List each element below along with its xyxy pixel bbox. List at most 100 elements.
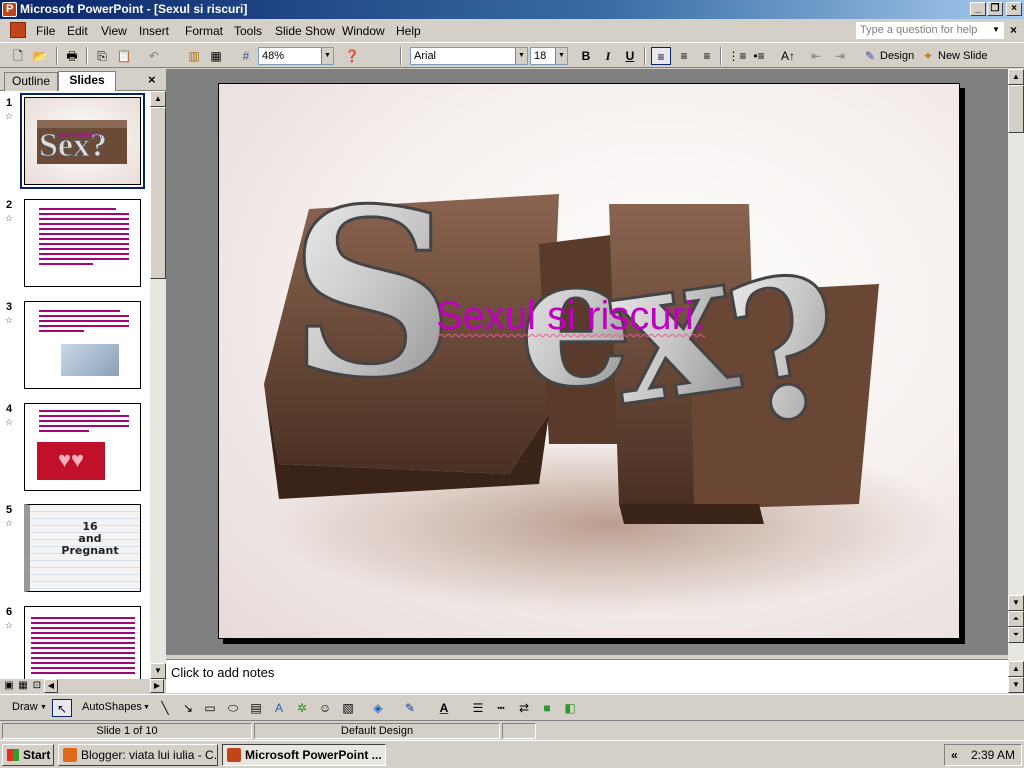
rectangle-icon[interactable]: ▭: [200, 699, 220, 717]
menu-view[interactable]: View: [101, 24, 127, 38]
font-color-icon[interactable]: A: [434, 699, 454, 717]
help-dropdown-icon[interactable]: ▼: [992, 25, 1000, 34]
increase-indent-icon[interactable]: ⇥: [830, 47, 850, 65]
autoshapes-menu-button[interactable]: AutoShapes: [82, 701, 142, 713]
help-icon[interactable]: ❓: [342, 47, 362, 65]
menu-tools[interactable]: Tools: [234, 24, 262, 38]
scroll-right-icon[interactable]: ▶: [150, 679, 164, 693]
paste-icon[interactable]: 📋: [114, 47, 134, 65]
3d-style-icon[interactable]: ◧: [560, 699, 580, 717]
menu-insert[interactable]: Insert: [139, 24, 169, 38]
menu-help[interactable]: Help: [396, 24, 421, 38]
clipart-icon[interactable]: ☺: [315, 699, 335, 717]
restore-button[interactable]: ❐: [987, 2, 1003, 16]
bold-button[interactable]: B: [576, 47, 596, 65]
shadow-style-icon[interactable]: ■: [537, 699, 557, 717]
numbering-icon[interactable]: ⋮≡: [727, 47, 747, 65]
thumbnail-row[interactable]: 3 ☆: [0, 301, 150, 401]
minimize-button[interactable]: _: [970, 2, 986, 16]
normal-view-icon[interactable]: ▣: [2, 679, 16, 693]
current-slide[interactable]: S e x ? Sexul si riscuri.: [218, 83, 960, 639]
copy-icon[interactable]: ⎘: [92, 47, 112, 65]
document-close-icon[interactable]: ×: [1010, 23, 1017, 37]
arrow-style-icon[interactable]: ⇄: [514, 699, 534, 717]
thumbnail-row[interactable]: 2 ☆: [0, 199, 150, 299]
slide-thumbnail-2[interactable]: [24, 199, 141, 287]
insert-table-icon[interactable]: ▦: [206, 47, 226, 65]
font-size-select[interactable]: 18 ▼: [530, 47, 568, 65]
close-button[interactable]: ×: [1006, 2, 1022, 16]
textbox-icon[interactable]: ▤: [246, 699, 266, 717]
taskbar-item-powerpoint[interactable]: Microsoft PowerPoint ...: [222, 744, 386, 766]
document-icon[interactable]: [10, 22, 26, 38]
oval-icon[interactable]: ⬭: [223, 699, 243, 717]
dash-style-icon[interactable]: ┅: [491, 699, 511, 717]
arrow-icon[interactable]: ↘: [178, 699, 198, 717]
scroll-up-icon[interactable]: ▲: [1008, 69, 1024, 85]
show-grid-icon[interactable]: #: [236, 47, 256, 65]
new-slide-button-label[interactable]: New Slide: [938, 50, 988, 62]
zoom-select[interactable]: 48% ▼: [258, 47, 334, 65]
slide-title[interactable]: Sexul si riscuri.: [436, 294, 705, 339]
thumbnail-row[interactable]: 6 ☆: [0, 606, 150, 679]
draw-menu-button[interactable]: Draw: [12, 701, 38, 713]
notes-scroll-down-icon[interactable]: ▼: [1008, 677, 1024, 693]
print-icon[interactable]: 🖶: [62, 47, 82, 65]
thumbnails-scrollbar[interactable]: ▲ ▼: [150, 91, 166, 679]
scroll-thumb[interactable]: [1008, 85, 1024, 133]
slide-thumbnail-5[interactable]: 16 and Pregnant: [24, 504, 141, 592]
thumbnail-row[interactable]: 4 ☆ ♥♥: [0, 403, 150, 503]
previous-slide-icon[interactable]: ⏶: [1008, 611, 1024, 627]
menu-format[interactable]: Format: [185, 24, 223, 38]
italic-button[interactable]: I: [598, 47, 618, 65]
slide-thumbnail-4[interactable]: ♥♥: [24, 403, 141, 491]
align-right-icon[interactable]: ≡: [697, 47, 717, 65]
align-center-icon[interactable]: ≡: [674, 47, 694, 65]
tab-slides[interactable]: Slides: [58, 71, 116, 92]
new-icon[interactable]: 🗋: [8, 47, 28, 65]
decrease-indent-icon[interactable]: ⇤: [806, 47, 826, 65]
undo-icon[interactable]: ↶: [144, 47, 164, 65]
line-style-icon[interactable]: ☰: [468, 699, 488, 717]
line-icon[interactable]: ╲: [155, 699, 175, 717]
line-color-icon[interactable]: ✎: [400, 699, 420, 717]
scroll-down-icon[interactable]: ▼: [1008, 595, 1024, 611]
scroll-left-icon[interactable]: ◀: [44, 679, 58, 693]
scroll-down-icon[interactable]: ▼: [150, 663, 166, 679]
open-icon[interactable]: 📂: [30, 47, 50, 65]
wordart-icon[interactable]: A: [269, 699, 289, 717]
font-select[interactable]: Arial ▼: [410, 47, 528, 65]
thumbnail-row[interactable]: 5 ☆ 16 and Pregnant: [0, 504, 150, 604]
menu-window[interactable]: Window: [342, 24, 385, 38]
notes-placeholder[interactable]: Click to add notes: [171, 665, 274, 680]
design-button-label[interactable]: Design: [880, 50, 914, 62]
start-button[interactable]: Start: [2, 744, 54, 766]
thumbnail-row[interactable]: 1 ☆ Sex? Sexul si riscuri.: [0, 93, 150, 197]
new-slide-icon[interactable]: ✦: [918, 47, 938, 65]
insert-picture-icon[interactable]: ▧: [338, 699, 358, 717]
diagram-icon[interactable]: ✲: [292, 699, 312, 717]
fill-color-icon[interactable]: ◈: [368, 699, 388, 717]
tab-outline[interactable]: Outline: [4, 72, 58, 91]
insert-chart-icon[interactable]: ▥: [184, 47, 204, 65]
menu-edit[interactable]: Edit: [67, 24, 88, 38]
align-left-icon[interactable]: ≡: [651, 47, 671, 65]
slide-sorter-view-icon[interactable]: ▦: [16, 679, 30, 693]
scroll-up-icon[interactable]: ▲: [150, 91, 166, 107]
design-icon[interactable]: ✎: [860, 47, 880, 65]
close-icon[interactable]: ×: [148, 72, 156, 87]
increase-font-icon[interactable]: A↑: [778, 47, 798, 65]
clock[interactable]: 2:39 AM: [971, 745, 1015, 765]
bullets-icon[interactable]: •≡: [749, 47, 769, 65]
scroll-thumb[interactable]: [150, 107, 166, 279]
next-slide-icon[interactable]: ⏷: [1008, 627, 1024, 643]
slide-thumbnail-1[interactable]: Sex? Sexul si riscuri.: [20, 93, 145, 189]
notes-pane[interactable]: Click to add notes: [166, 659, 1008, 693]
tray-expand-icon[interactable]: «: [951, 745, 958, 765]
slide-thumbnail-3[interactable]: [24, 301, 141, 389]
slide-scrollbar[interactable]: ▲ ▼ ⏶ ⏷ ▲ ▼: [1008, 69, 1024, 693]
powerpoint-app-icon[interactable]: [2, 2, 17, 17]
notes-scroll-up-icon[interactable]: ▲: [1008, 661, 1024, 677]
taskbar-item-blogger[interactable]: Blogger: viata lui iulia - C...: [58, 744, 218, 766]
slide-show-view-icon[interactable]: ⊡: [30, 679, 44, 693]
